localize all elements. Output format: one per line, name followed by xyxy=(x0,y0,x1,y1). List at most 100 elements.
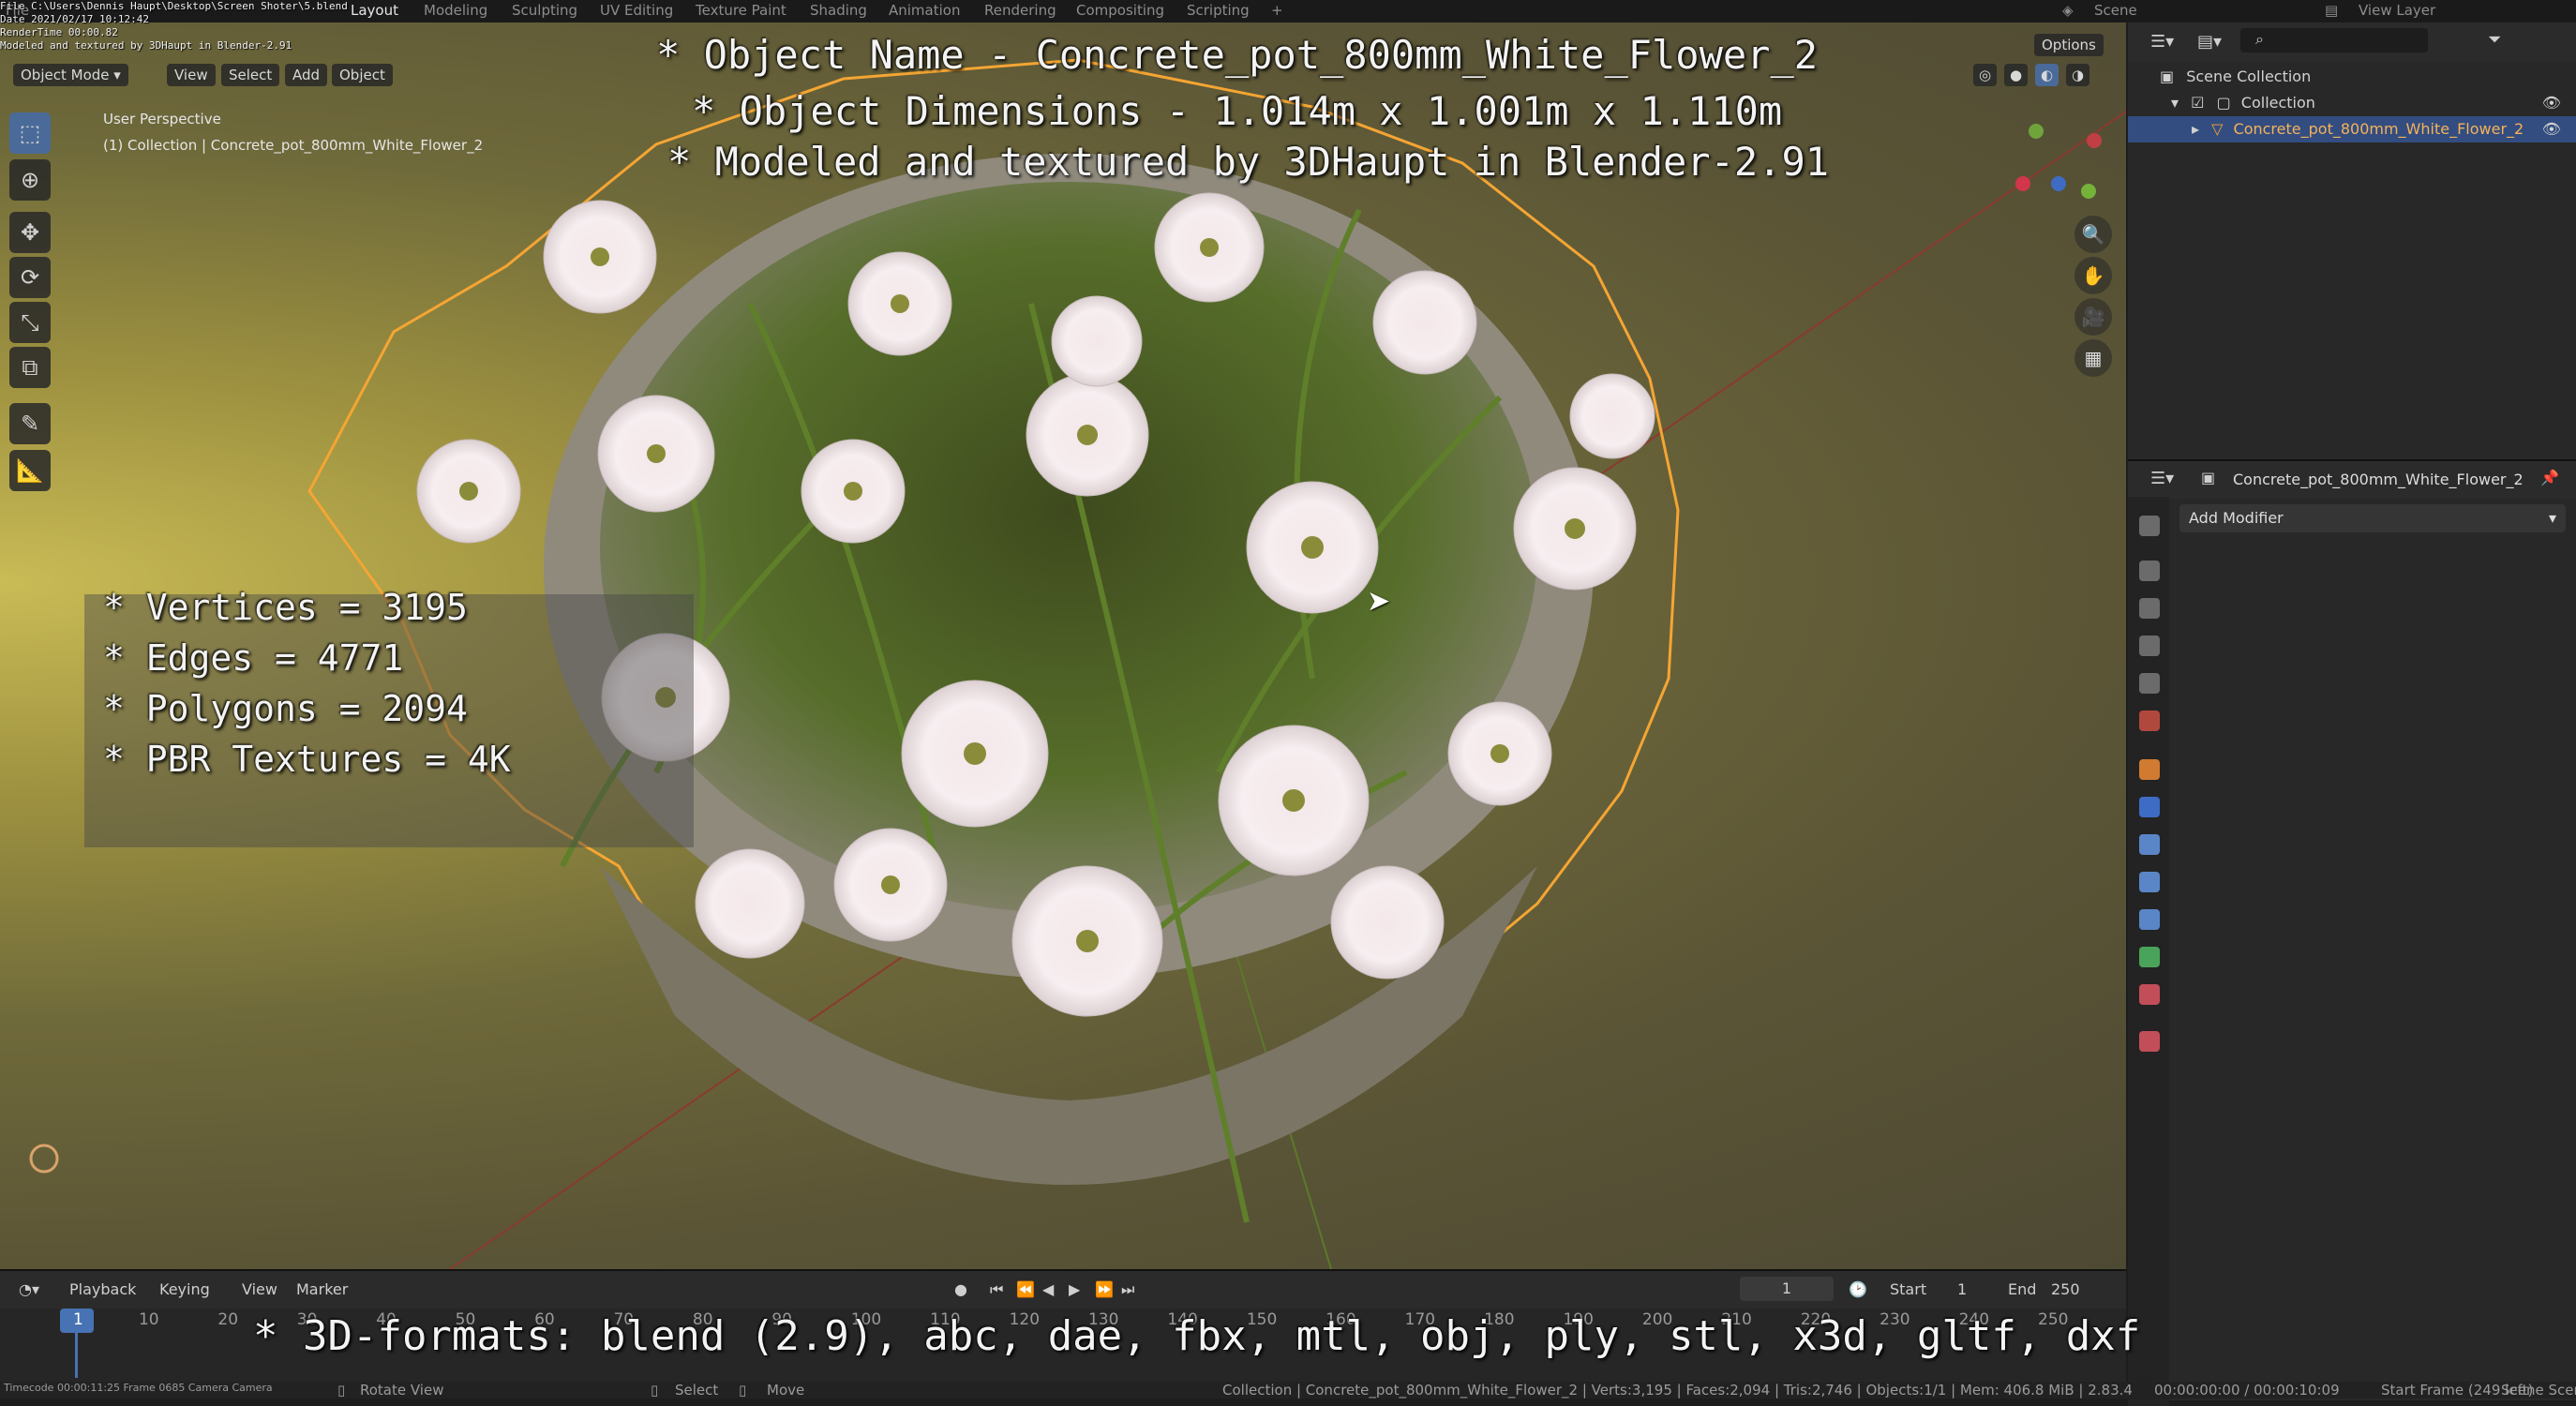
timeline-tick-label: 20 xyxy=(217,1310,239,1329)
scene-tab-icon[interactable] xyxy=(2139,673,2160,694)
playhead-line xyxy=(75,1331,78,1378)
keying-menu[interactable]: Keying xyxy=(159,1280,210,1298)
particles-tab-icon[interactable] xyxy=(2139,834,2160,855)
overlay-vertices: * Vertices = 3195 xyxy=(103,587,468,628)
timeline-tick-label: 10 xyxy=(138,1310,159,1329)
material-shading-icon[interactable]: ◐ xyxy=(2035,64,2059,86)
ortho-grid-icon[interactable]: ▦ xyxy=(2074,339,2112,377)
collection-icon: ▢ xyxy=(2216,94,2231,112)
jump-start-icon[interactable]: ⏮ xyxy=(990,1280,1003,1299)
marker-menu[interactable]: Marker xyxy=(296,1280,348,1298)
display-mode-icon[interactable]: ▤▾ xyxy=(2197,32,2222,52)
physics-tab-icon[interactable] xyxy=(2139,872,2160,892)
select-menu[interactable]: Select xyxy=(221,64,280,86)
next-keyframe-icon[interactable]: ⏩ xyxy=(1095,1280,1114,1298)
view-layer-icon[interactable]: ▤ xyxy=(2325,2,2338,19)
wireframe-shading-icon[interactable]: ◎ xyxy=(1973,64,1998,86)
move-tool-icon[interactable]: ✥ xyxy=(9,212,51,253)
collection-expand-icon[interactable]: ▾ xyxy=(2171,94,2179,112)
current-frame-field[interactable]: 1 xyxy=(1740,1277,1834,1301)
filter-icon[interactable]: ⏷ xyxy=(2488,30,2501,50)
tab-uv-editing[interactable]: UV Editing xyxy=(600,2,673,19)
material-tab-icon[interactable] xyxy=(2139,984,2160,1005)
tab-sculpting[interactable]: Sculpting xyxy=(512,2,577,19)
camera-view-icon[interactable]: 🎥 xyxy=(2074,298,2112,336)
view-layer-label[interactable]: View Layer xyxy=(2359,2,2435,19)
outliner-scene-collection[interactable]: ▣ Scene Collection xyxy=(2128,64,2576,90)
object-visibility-eye-icon[interactable]: 👁 xyxy=(2542,116,2561,142)
outliner-object-row[interactable]: ▸ ▽ Concrete_pot_800mm_White_Flower_2 👁 xyxy=(2128,116,2576,142)
overlay-polygons: * Polygons = 2094 xyxy=(103,688,468,729)
overlay-dimensions: * Object Dimensions - 1.014m x 1.001m x … xyxy=(692,88,1783,134)
collection-visibility-eye-icon[interactable]: 👁 xyxy=(2542,90,2561,116)
rendered-shading-icon[interactable]: ◑ xyxy=(2066,64,2090,86)
scale-tool-icon[interactable]: ⤡ xyxy=(9,302,51,343)
options-dropdown[interactable]: Options xyxy=(2034,34,2104,56)
solid-shading-icon[interactable]: ● xyxy=(2004,64,2029,86)
tab-layout[interactable]: Layout xyxy=(351,2,398,19)
tab-compositing[interactable]: Compositing xyxy=(1076,2,1164,19)
timeline-tick-label: 1 xyxy=(73,1310,83,1329)
annotate-tool-icon[interactable]: ✎ xyxy=(9,403,51,444)
add-workspace-icon[interactable]: + xyxy=(1271,2,1283,19)
world-tab-icon[interactable] xyxy=(2139,710,2160,731)
outliner-collection[interactable]: ▾ ☑ ▢ Collection 👁 xyxy=(2128,90,2576,116)
properties-editor-icon[interactable]: ☰▾ xyxy=(2150,469,2174,488)
start-frame-field[interactable]: 1 xyxy=(1957,1280,1967,1298)
status-mouse-right-icon: ▯ xyxy=(739,1382,747,1399)
object-menu[interactable]: Object xyxy=(332,64,393,86)
top-bar: File Layout Modeling Sculpting UV Editin… xyxy=(0,0,2576,22)
3d-viewport[interactable]: Object Mode ▾ View Select Add Object Opt… xyxy=(0,22,2126,1269)
pin-icon[interactable]: 📌 xyxy=(2540,469,2559,486)
play-reverse-icon[interactable]: ◀ xyxy=(1042,1280,1054,1298)
texture-tab-icon[interactable] xyxy=(2139,1031,2160,1052)
tab-modeling[interactable]: Modeling xyxy=(424,2,487,19)
stamp-note: Modeled and textured by 3DHaupt in Blend… xyxy=(0,39,292,52)
transform-tool-icon[interactable]: ⧉ xyxy=(9,347,51,388)
collection-label: Collection xyxy=(2240,94,2315,112)
rotate-tool-icon[interactable]: ⟳ xyxy=(9,257,51,298)
tab-shading[interactable]: Shading xyxy=(810,2,867,19)
end-frame-field[interactable]: 250 xyxy=(2051,1280,2080,1298)
play-icon[interactable]: ▶ xyxy=(1069,1280,1080,1298)
record-button-icon[interactable]: ● xyxy=(954,1280,967,1298)
status-select: Select xyxy=(675,1382,719,1399)
data-tab-icon[interactable] xyxy=(2139,947,2160,967)
object-mesh-icon: ▽ xyxy=(2211,120,2224,138)
tab-rendering[interactable]: Rendering xyxy=(984,2,1056,19)
add-menu[interactable]: Add xyxy=(285,64,328,86)
outliner-search-input[interactable] xyxy=(2240,28,2428,52)
timeline-view-menu[interactable]: View xyxy=(242,1280,277,1298)
constraints-tab-icon[interactable] xyxy=(2139,909,2160,930)
zoom-icon[interactable]: 🔍 xyxy=(2074,216,2112,253)
tool-tab-icon[interactable] xyxy=(2139,516,2160,536)
cursor-tool-icon[interactable]: ⊕ xyxy=(9,159,51,201)
object-icon: ▣ xyxy=(2201,469,2216,486)
object-tab-icon[interactable] xyxy=(2139,759,2160,780)
prev-keyframe-icon[interactable]: ⏪ xyxy=(1016,1280,1035,1298)
add-modifier-label: Add Modifier xyxy=(2189,509,2284,527)
scene-collection-icon: ▣ xyxy=(2160,67,2175,85)
tab-scripting[interactable]: Scripting xyxy=(1187,2,1250,19)
scene-selector-icon[interactable]: ◈ xyxy=(2062,2,2074,19)
jump-end-icon[interactable]: ⏭ xyxy=(1121,1280,1134,1299)
playback-menu[interactable]: Playback xyxy=(69,1280,136,1298)
scene-label[interactable]: Scene xyxy=(2094,2,2137,19)
tab-animation[interactable]: Animation xyxy=(889,2,960,19)
add-modifier-dropdown[interactable]: Add Modifier ▾ xyxy=(2179,504,2566,532)
gizmo-neg-y-icon xyxy=(2029,124,2044,139)
timeline-editor-type-icon[interactable]: ◔▾ xyxy=(19,1280,39,1298)
object-mode-dropdown[interactable]: Object Mode ▾ xyxy=(13,64,128,86)
select-box-tool-icon[interactable]: ⬚ xyxy=(9,112,51,154)
view-layer-tab-icon[interactable] xyxy=(2139,636,2160,656)
object-expand-icon[interactable]: ▸ xyxy=(2192,120,2199,138)
editor-type-icon[interactable]: ☰▾ xyxy=(2150,32,2174,52)
view-menu[interactable]: View xyxy=(167,64,216,86)
pan-hand-icon[interactable]: ✋ xyxy=(2074,257,2112,294)
modifier-tab-icon[interactable] xyxy=(2139,797,2160,817)
render-tab-icon[interactable] xyxy=(2139,561,2160,581)
output-tab-icon[interactable] xyxy=(2139,598,2160,619)
collection-checkbox-icon[interactable]: ☑ xyxy=(2191,94,2204,112)
tab-texture-paint[interactable]: Texture Paint xyxy=(696,2,786,19)
measure-tool-icon[interactable]: 📐 xyxy=(9,450,51,491)
